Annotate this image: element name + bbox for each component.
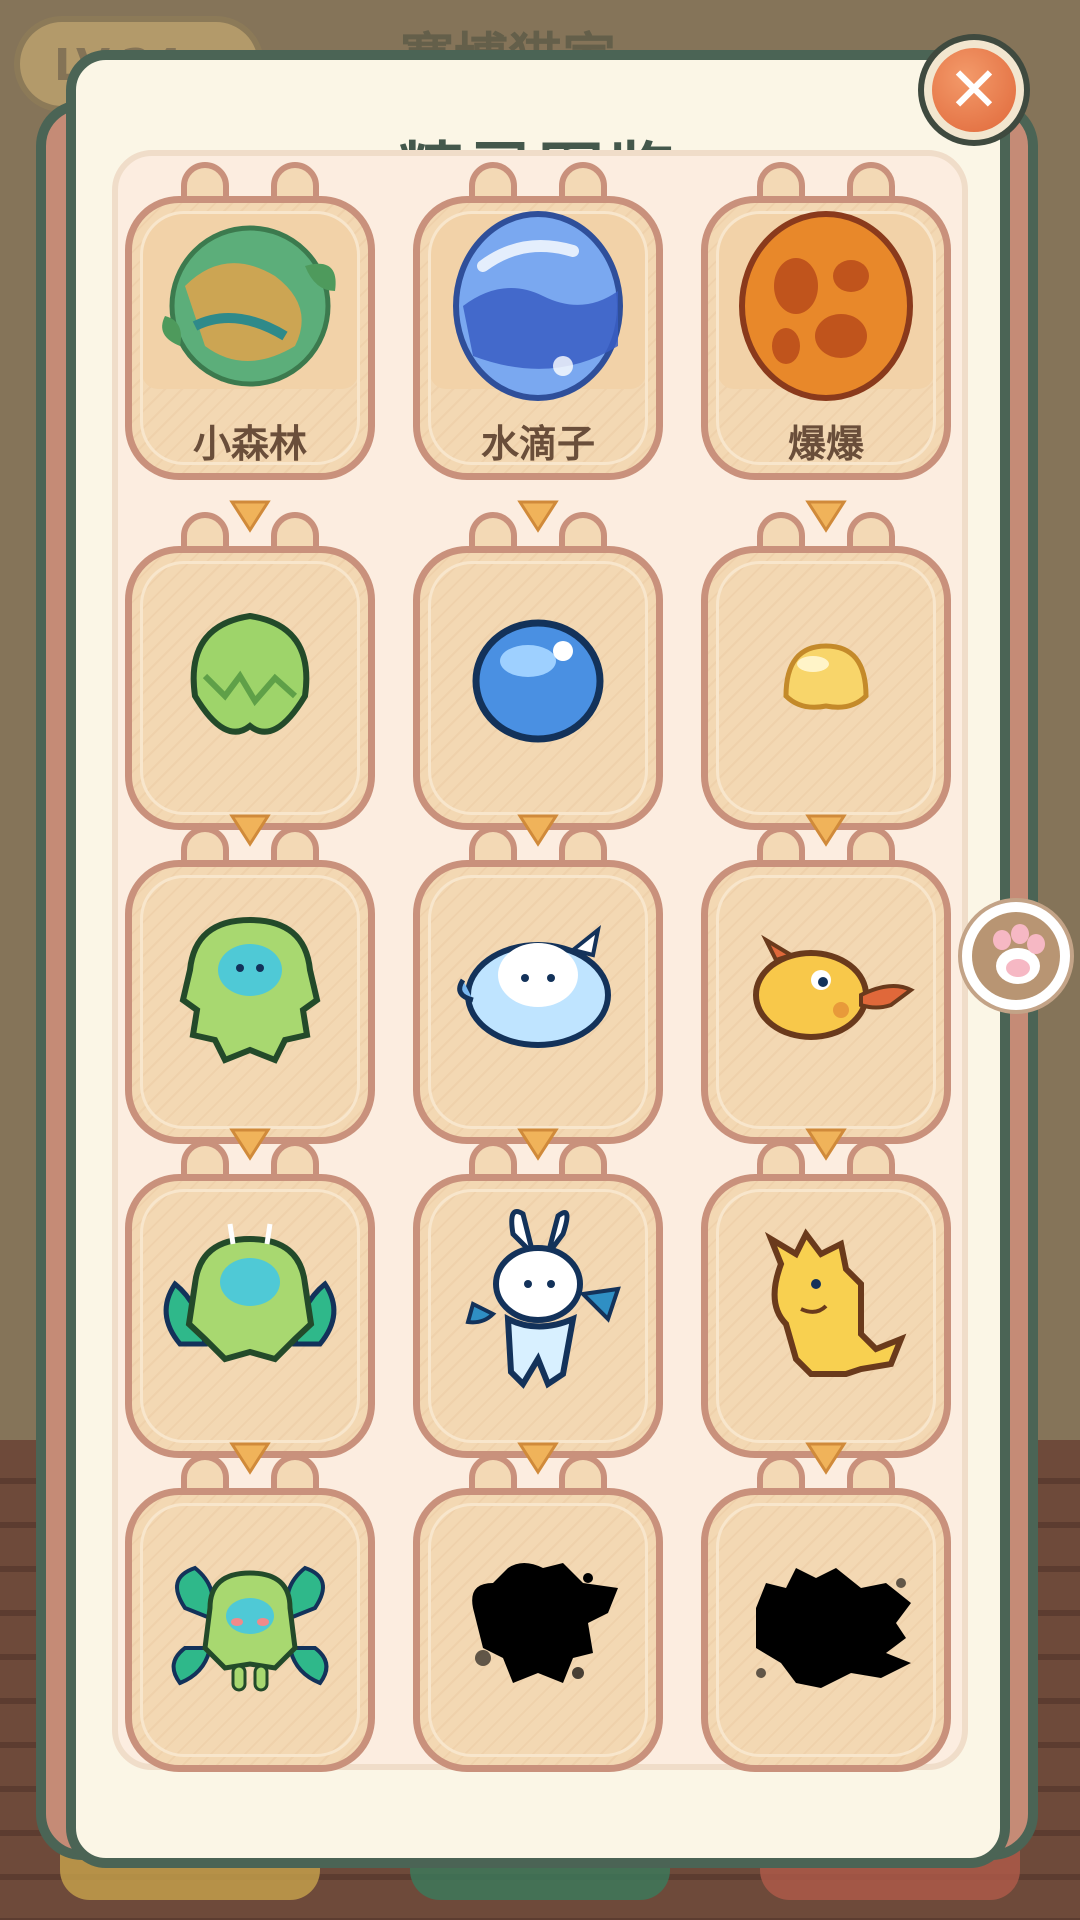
spirit-card[interactable] [125,1454,375,1772]
yellow-dino-icon [764,1228,907,1377]
blue-blob-icon [472,619,604,743]
spirit-card[interactable] [413,512,663,830]
spirit-card[interactable] [125,512,375,830]
blue-ghost-icon [457,925,611,1048]
fire-tadpole-icon [753,934,915,1040]
spirit-card-locked[interactable] [413,1454,663,1772]
yellow-bun-icon [783,643,869,710]
spirit-card[interactable] [413,826,663,1144]
egg-card-water[interactable]: 水滴子 [413,162,663,480]
egg-name: 小森林 [192,422,307,466]
egg-card-fire[interactable]: 爆爆 [701,162,951,480]
spirit-card[interactable] [701,826,951,1144]
paw-side-button[interactable] [958,898,1074,1014]
locked-silhouette-icon [756,1568,911,1688]
close-button[interactable]: ✕ [918,34,1030,146]
forest-fairy-icon [171,1565,329,1692]
spirit-card[interactable] [125,826,375,1144]
egg-name: 水滴子 [480,422,595,466]
spirit-card[interactable] [125,1140,375,1458]
spirit-card[interactable] [413,1140,663,1458]
spirit-card[interactable] [701,512,951,830]
water-rabbit-icon [465,1209,621,1389]
green-seed-icon [190,612,310,735]
green-fluff-icon [179,916,321,1064]
egg-card-forest[interactable]: 小森林 [125,162,375,480]
locked-silhouette-icon [472,1563,618,1683]
close-icon: ✕ [948,53,1000,126]
spirit-card[interactable] [701,1140,951,1458]
spirit-card-locked[interactable] [701,1454,951,1772]
paw-icon [993,924,1045,984]
leaf-fluff-icon [163,1223,337,1363]
egg-name: 爆爆 [787,422,864,466]
